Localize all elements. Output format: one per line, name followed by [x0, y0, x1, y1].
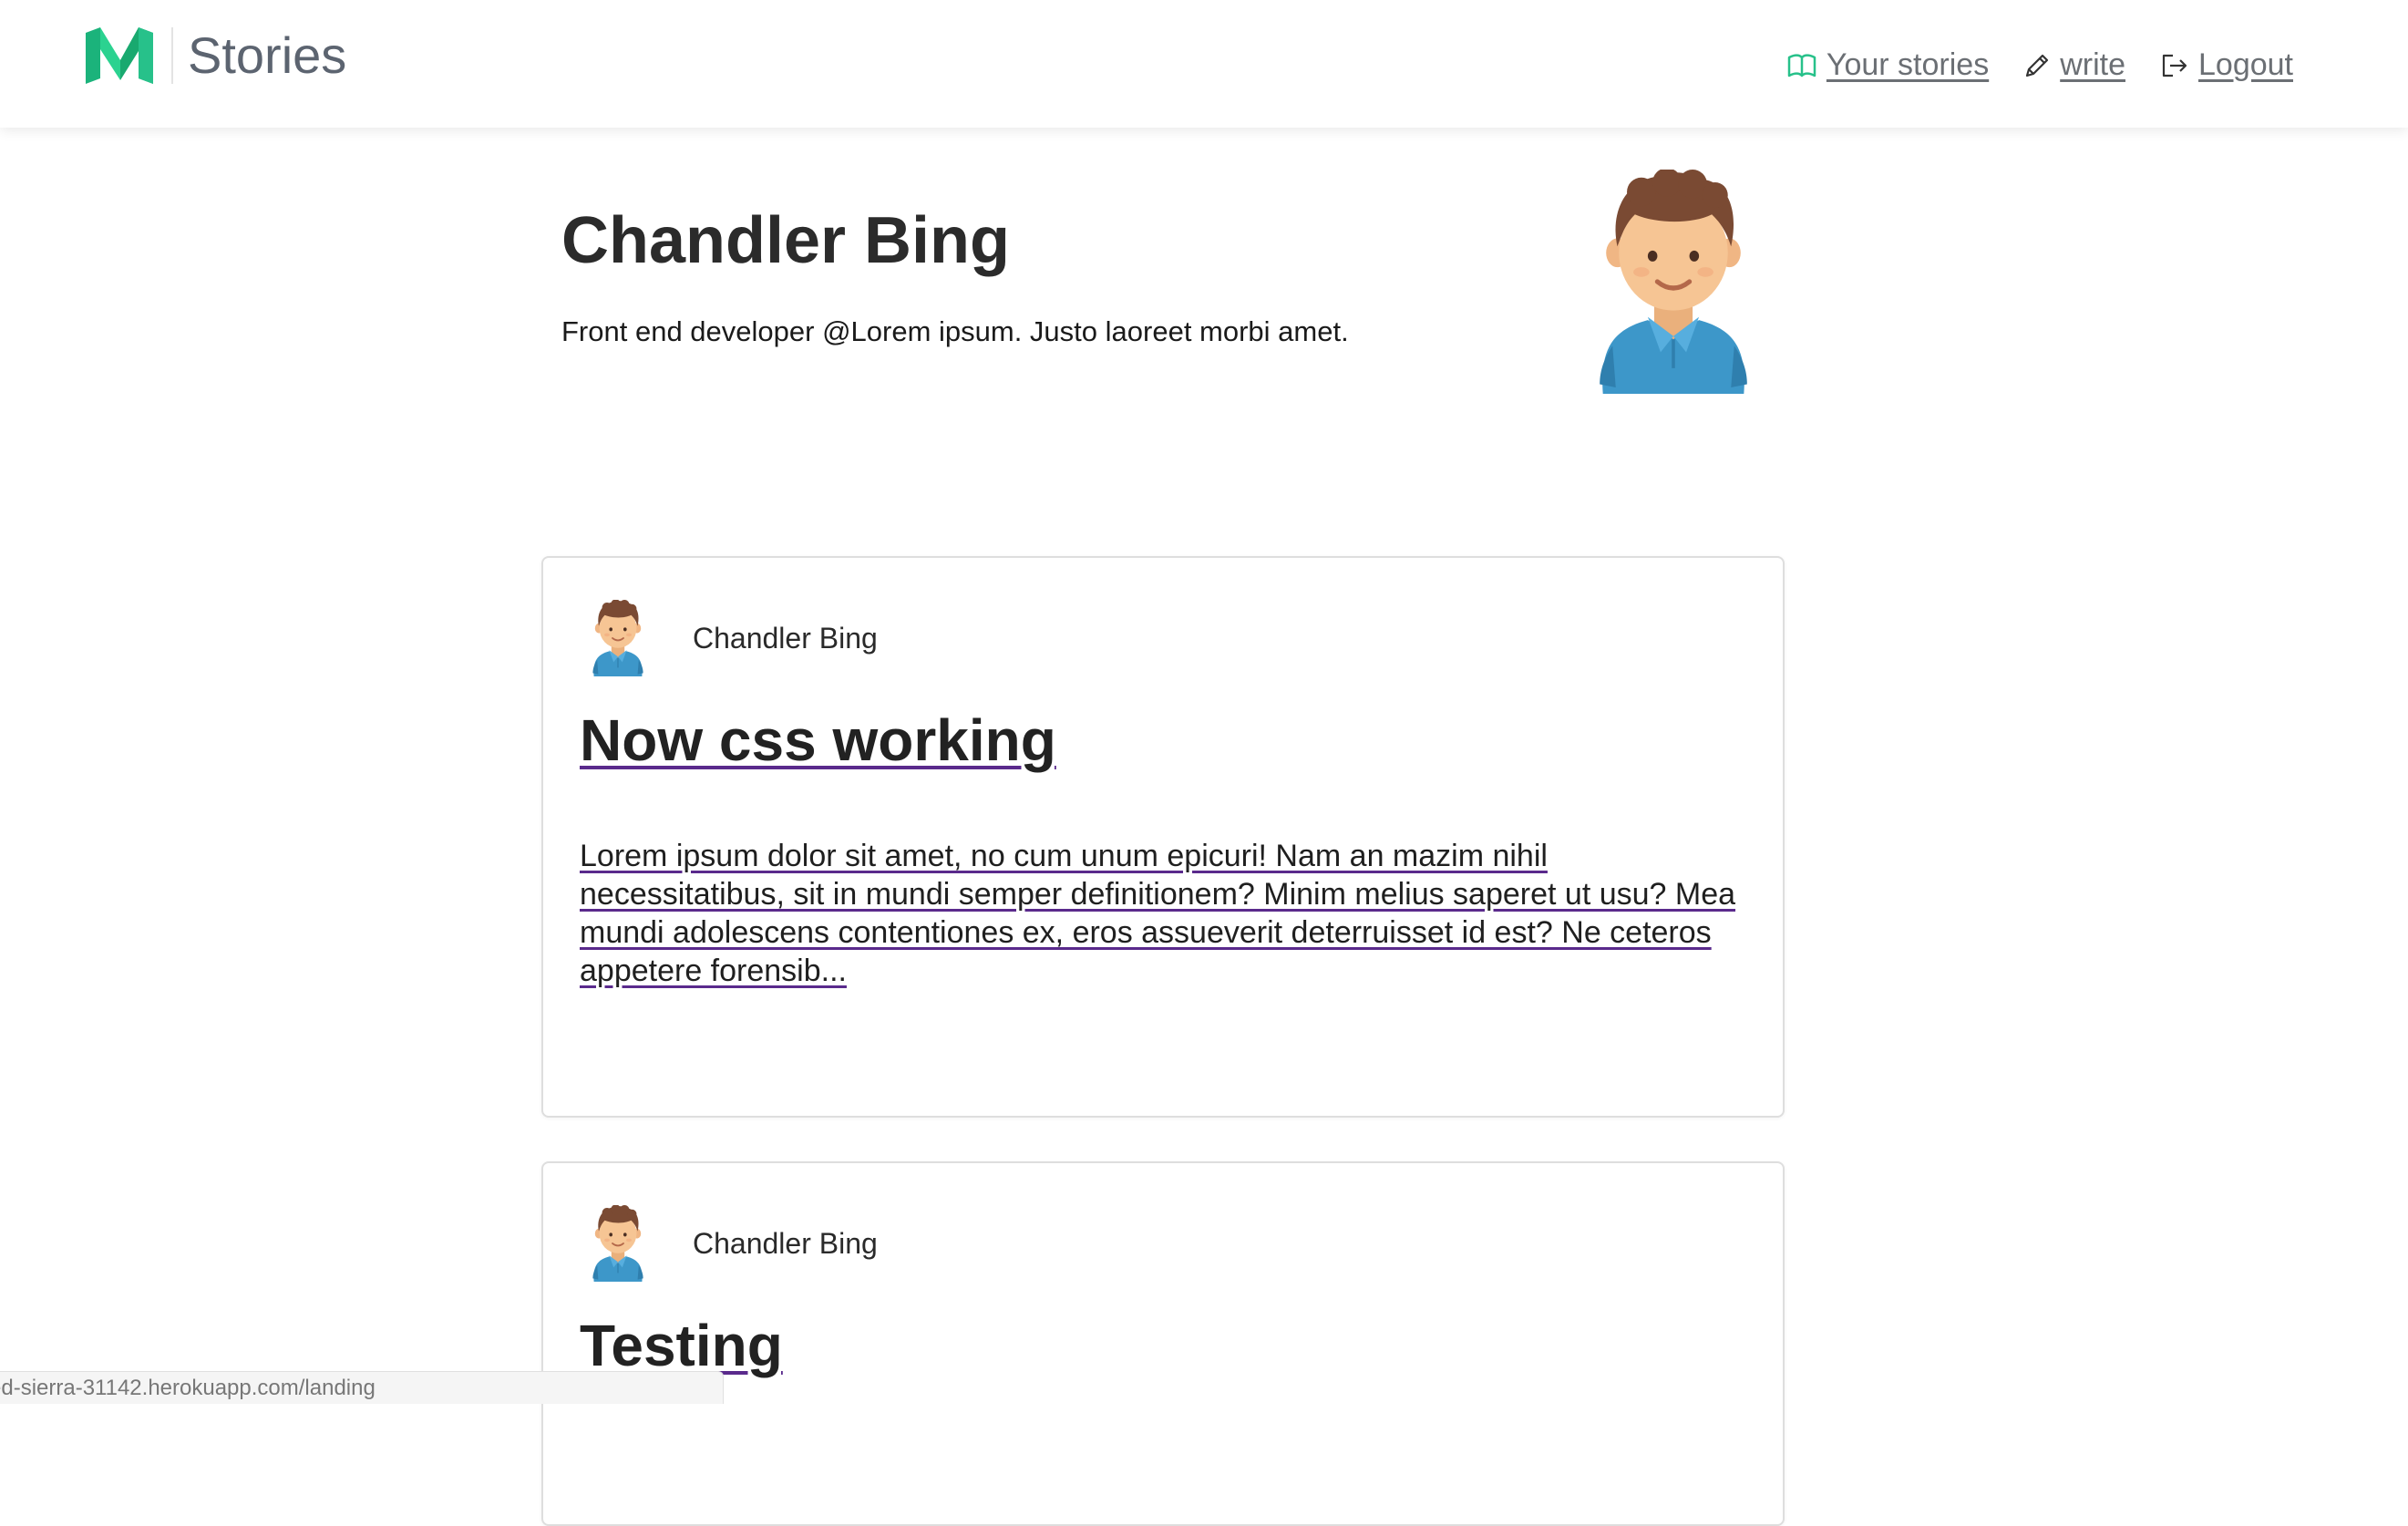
logout-icon — [2162, 54, 2187, 77]
nav-links: Your stories write Logout — [1752, 47, 2293, 83]
nav-your-stories-link[interactable]: Your stories — [1786, 47, 1989, 83]
status-bar-url: ed-sierra-31142.herokuapp.com/landing — [0, 1376, 376, 1400]
story-author: Chandler Bing — [591, 1205, 878, 1282]
author-avatar-icon — [591, 600, 645, 676]
story-card: Chandler Bing Testing — [541, 1161, 1785, 1526]
medium-logo-icon — [86, 27, 153, 84]
brand-name: Stories — [188, 26, 347, 84]
story-author-name: Chandler Bing — [693, 1226, 878, 1260]
user-avatar-icon — [1593, 170, 1754, 394]
browser-status-bar: ed-sierra-31142.herokuapp.com/landing — [0, 1371, 724, 1404]
top-navbar: Stories Your stories write Logout — [0, 0, 2408, 128]
story-author: Chandler Bing — [591, 600, 878, 676]
brand-home-link[interactable]: Stories — [86, 27, 346, 84]
brand-divider — [171, 27, 173, 84]
story-title-link[interactable]: Now css working — [580, 704, 1056, 777]
story-excerpt-link[interactable]: Lorem ipsum dolor sit amet, no cum unum … — [580, 837, 1755, 990]
profile-bio: Front end developer @Lorem ipsum. Justo … — [561, 315, 1349, 347]
nav-write-label: write — [2060, 47, 2125, 82]
story-author-name: Chandler Bing — [693, 621, 878, 655]
book-icon — [1787, 54, 1816, 77]
nav-logout-link[interactable]: Logout — [2160, 47, 2293, 83]
nav-logout-label: Logout — [2198, 47, 2293, 82]
pencil-icon — [2026, 54, 2049, 77]
profile-name: Chandler Bing — [561, 204, 1011, 277]
story-card: Chandler Bing Now css working Lorem ipsu… — [541, 556, 1785, 1118]
nav-your-stories-label: Your stories — [1826, 47, 1990, 82]
nav-write-link[interactable]: write — [2023, 47, 2125, 83]
author-avatar-icon — [591, 1205, 645, 1282]
